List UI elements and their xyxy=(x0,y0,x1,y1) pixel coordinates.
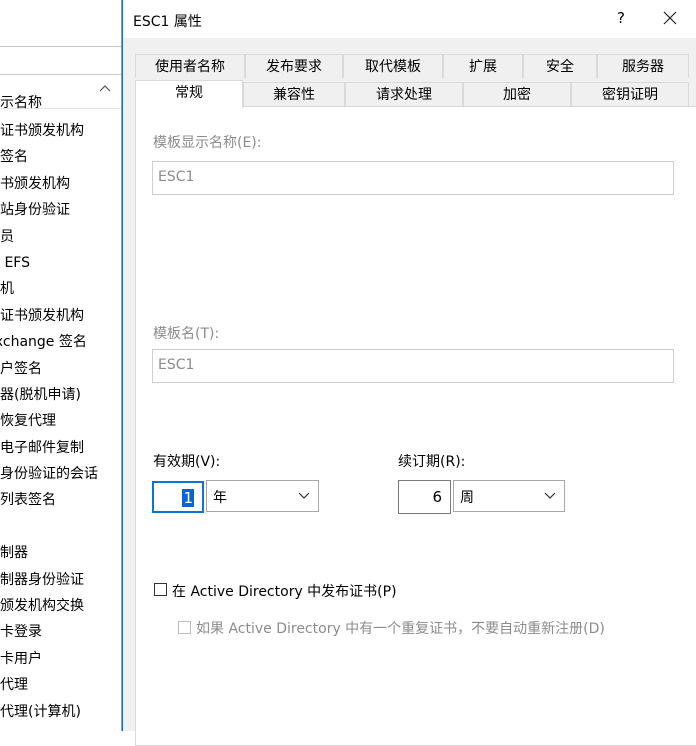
list-item[interactable]: 能卡登录 xyxy=(0,619,122,645)
list-item[interactable]: 书颁发机构交换 xyxy=(0,593,122,619)
list-item[interactable]: 用户签名 xyxy=(0,356,122,382)
validity-period-label: 有效期(V): xyxy=(153,454,221,470)
template-list: 根证书颁发机构 码签名 证书颁发机构 车站身份验证 理员 本 EFS 算机 级证… xyxy=(0,118,122,725)
template-name-label: 模板名(T): xyxy=(153,326,220,342)
chevron-down-icon xyxy=(298,492,310,499)
sort-ascending-icon xyxy=(99,85,111,92)
publish-in-ad-checkbox[interactable] xyxy=(154,583,167,596)
divider xyxy=(0,74,122,75)
tab-request-handling[interactable]: 请求处理 xyxy=(345,82,463,106)
renewal-period-input[interactable]: 6 xyxy=(398,480,451,514)
list-item[interactable]: 理员 xyxy=(0,224,122,250)
list-item[interactable]: 根证书颁发机构 xyxy=(0,118,122,144)
validity-unit-select[interactable]: 年 xyxy=(206,480,319,512)
renewal-period-label: 续订期(R): xyxy=(398,454,466,470)
template-name-field[interactable]: ESC1 xyxy=(152,349,674,383)
list-item[interactable]: 录电子邮件复制 xyxy=(0,435,122,461)
close-icon[interactable] xyxy=(658,6,682,30)
tab-issuance-requirements[interactable]: 发布要求 xyxy=(245,54,343,78)
tab-cryptography[interactable]: 加密 xyxy=(463,82,571,106)
background-window: 显示名称 根证书颁发机构 码签名 证书颁发机构 车站身份验证 理员 本 EFS … xyxy=(0,0,122,731)
dialog-title: ESC1 属性 xyxy=(133,14,202,30)
list-item[interactable]: 本 EFS xyxy=(0,250,122,276)
no-auto-reenroll-checkbox[interactable] xyxy=(178,621,191,634)
validity-unit-value: 年 xyxy=(213,490,227,506)
list-item[interactable]: 车站身份验证 xyxy=(0,197,122,223)
tab-extensions[interactable]: 扩展 xyxy=(443,54,523,78)
template-display-name-field[interactable]: ESC1 xyxy=(152,161,674,195)
renewal-period-value: 6 xyxy=(432,488,442,506)
publish-in-ad-label[interactable]: 在 Active Directory 中发布证书(P) xyxy=(172,581,397,601)
tab-security[interactable]: 安全 xyxy=(523,54,597,78)
help-button[interactable]: ? xyxy=(613,9,629,27)
list-item[interactable]: 任列表签名 xyxy=(0,487,122,513)
column-header-display-name[interactable]: 显示名称 xyxy=(0,82,122,111)
divider xyxy=(0,46,122,47)
properties-dialog: ESC1 属性 ? 使用者名称 发布要求 取代模板 扩展 安全 服务器 常规 兼… xyxy=(122,0,696,746)
general-tab-panel: 模板显示名称(E): ESC1 模板名(T): ESC1 有效期(V): 1 年… xyxy=(135,106,696,746)
list-item[interactable]: 户 xyxy=(0,514,122,540)
tab-subject-name[interactable]: 使用者名称 xyxy=(135,54,245,78)
display-name-label: 模板显示名称(E): xyxy=(153,135,262,151)
list-item[interactable]: 由器(脱机申请) xyxy=(0,382,122,408)
list-item[interactable]: 过身份验证的会话 xyxy=(0,461,122,487)
list-item[interactable]: 能卡用户 xyxy=(0,646,122,672)
renewal-unit-value: 周 xyxy=(460,490,474,506)
tab-superseded-templates[interactable]: 取代模板 xyxy=(343,54,443,78)
validity-period-value: 1 xyxy=(182,489,194,507)
tab-server[interactable]: 服务器 xyxy=(597,54,689,78)
list-item[interactable]: 钥恢复代理 xyxy=(0,408,122,434)
validity-period-input[interactable]: 1 xyxy=(152,481,204,513)
list-item[interactable]: 码签名 xyxy=(0,144,122,170)
column-header-label: 显示名称 xyxy=(0,95,42,111)
renewal-unit-select[interactable]: 周 xyxy=(453,480,565,512)
tab-key-attestation[interactable]: 密钥证明 xyxy=(571,82,689,106)
list-item[interactable]: 控制器身份验证 xyxy=(0,567,122,593)
title-bar[interactable]: ESC1 属性 ? xyxy=(123,0,696,38)
list-item[interactable]: 册代理 xyxy=(0,672,122,698)
list-item[interactable]: 册代理(计算机) xyxy=(0,699,122,725)
list-item[interactable]: Exchange 签名 xyxy=(0,329,122,355)
tab-compatibility[interactable]: 兼容性 xyxy=(243,82,345,106)
background-toolbar xyxy=(0,0,122,22)
list-item[interactable]: 算机 xyxy=(0,276,122,302)
list-item[interactable]: 证书颁发机构 xyxy=(0,171,122,197)
tab-general[interactable]: 常规 xyxy=(135,80,243,108)
no-auto-reenroll-label[interactable]: 如果 Active Directory 中有一个重复证书，不要自动重新注册(D) xyxy=(196,618,605,638)
list-item[interactable]: 级证书颁发机构 xyxy=(0,303,122,329)
chevron-down-icon xyxy=(544,492,556,499)
list-item[interactable]: 控制器 xyxy=(0,540,122,566)
